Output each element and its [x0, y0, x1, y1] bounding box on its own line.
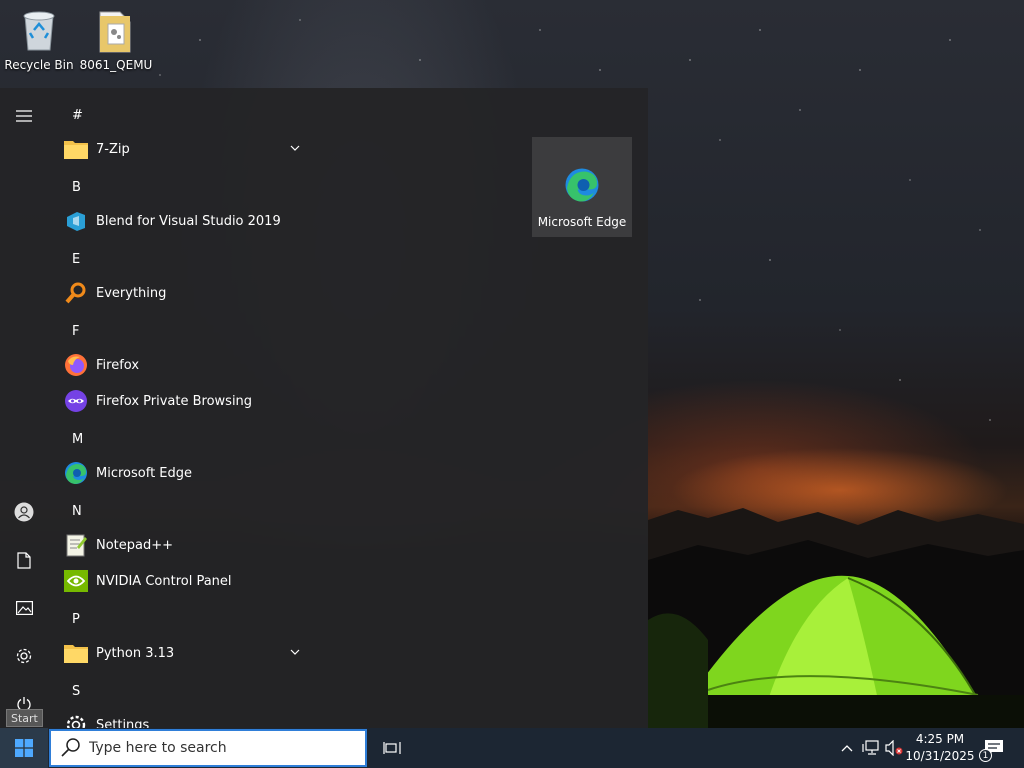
firefox-icon: [64, 353, 88, 377]
app-item-firefox[interactable]: Firefox: [60, 347, 312, 383]
app-label: Firefox Private Browsing: [96, 393, 253, 409]
folder-icon: [64, 641, 88, 665]
edge-icon: [64, 461, 88, 485]
gear-icon: [64, 713, 88, 728]
group-header-s[interactable]: S: [72, 684, 80, 699]
app-label: Everything: [96, 285, 167, 301]
app-label: 7-Zip: [96, 141, 130, 157]
chevron-down-icon[interactable]: [290, 143, 300, 153]
app-label: NVIDIA Control Panel: [96, 573, 232, 589]
start-left-rail: [0, 88, 48, 728]
chevron-down-icon[interactable]: [290, 647, 300, 657]
app-item-notepadpp[interactable]: Notepad++: [60, 527, 312, 563]
folder-icon: [94, 6, 138, 54]
search-icon: [61, 738, 80, 757]
app-item-settings[interactable]: Settings: [60, 707, 312, 728]
group-header-n[interactable]: N: [72, 504, 82, 519]
app-label: Firefox: [96, 357, 140, 373]
notepadpp-icon: [64, 533, 88, 557]
desktop-icon-recycle-bin[interactable]: Recycle Bin: [1, 6, 77, 72]
search-input[interactable]: [89, 740, 349, 756]
volume-muted-icon: [885, 740, 903, 756]
nvidia-icon: [64, 569, 88, 593]
app-item-edge[interactable]: Microsoft Edge: [60, 455, 312, 491]
taskbar: 4:25 PM 10/31/2025 1: [0, 728, 1024, 768]
hamburger-icon: [16, 110, 32, 122]
settings-button[interactable]: [0, 636, 48, 676]
volume-button[interactable]: [884, 728, 904, 768]
start-button[interactable]: [0, 728, 48, 768]
expand-menu-button[interactable]: [0, 96, 48, 136]
app-item-firefox-private[interactable]: Firefox Private Browsing: [60, 383, 312, 419]
gear-icon: [16, 648, 32, 664]
group-header-f[interactable]: F: [72, 324, 79, 339]
blend-icon: [64, 209, 88, 233]
network-button[interactable]: [860, 728, 882, 768]
start-tooltip: Start: [6, 709, 43, 727]
desktop-icon-label: Recycle Bin: [4, 58, 74, 72]
app-label: Notepad++: [96, 537, 174, 553]
recycle-bin-icon: [17, 6, 61, 54]
taskbar-search-box[interactable]: [49, 729, 367, 767]
app-item-python[interactable]: Python 3.13: [60, 635, 312, 671]
wallpaper-mountains-tent: [648, 508, 1024, 728]
all-apps-list: # 7-Zip B Blend for Visual Studio 2019 E…: [48, 88, 312, 728]
app-item-nvidia[interactable]: NVIDIA Control Panel: [60, 563, 312, 599]
chevron-up-icon: [841, 745, 853, 752]
action-center-button[interactable]: 1: [978, 728, 1010, 768]
system-clock[interactable]: 4:25 PM 10/31/2025: [904, 731, 976, 765]
app-item-7zip[interactable]: 7-Zip: [60, 131, 312, 167]
pictures-icon: [15, 601, 33, 615]
group-header-p[interactable]: P: [72, 612, 80, 627]
app-item-everything[interactable]: Everything: [60, 275, 312, 311]
task-view-button[interactable]: [376, 728, 408, 768]
user-account-button[interactable]: [0, 492, 48, 532]
tile-microsoft-edge[interactable]: Microsoft Edge: [532, 137, 632, 237]
network-icon: [862, 740, 879, 755]
show-hidden-icons-button[interactable]: [838, 728, 856, 768]
user-icon: [14, 502, 34, 522]
clock-date: 10/31/2025: [905, 749, 975, 763]
start-menu: # 7-Zip B Blend for Visual Studio 2019 E…: [0, 88, 648, 728]
firefox-private-icon: [64, 389, 88, 413]
group-header-hash[interactable]: #: [72, 108, 83, 123]
group-header-m[interactable]: M: [72, 432, 83, 447]
magnifier-icon: [64, 281, 88, 305]
pictures-button[interactable]: [0, 588, 48, 628]
app-label: Microsoft Edge: [96, 465, 193, 481]
group-header-e[interactable]: E: [72, 252, 80, 267]
documents-button[interactable]: [0, 540, 48, 580]
group-header-b[interactable]: B: [72, 180, 81, 195]
app-label: Blend for Visual Studio 2019: [96, 213, 281, 229]
windows-logo-icon: [15, 739, 33, 757]
app-item-blend[interactable]: Blend for Visual Studio 2019: [60, 203, 312, 239]
tile-label: Microsoft Edge: [537, 215, 627, 229]
app-label: Settings: [96, 717, 150, 729]
task-view-icon: [383, 742, 401, 754]
clock-time: 4:25 PM: [915, 732, 965, 746]
notification-count-badge: 1: [979, 749, 992, 762]
edge-icon: [565, 168, 599, 202]
document-icon: [17, 551, 31, 569]
desktop-icon-8061-qemu[interactable]: 8061_QEMU: [78, 6, 154, 72]
desktop-icon-label: 8061_QEMU: [79, 58, 153, 72]
folder-icon: [64, 137, 88, 161]
app-label: Python 3.13: [96, 645, 175, 661]
